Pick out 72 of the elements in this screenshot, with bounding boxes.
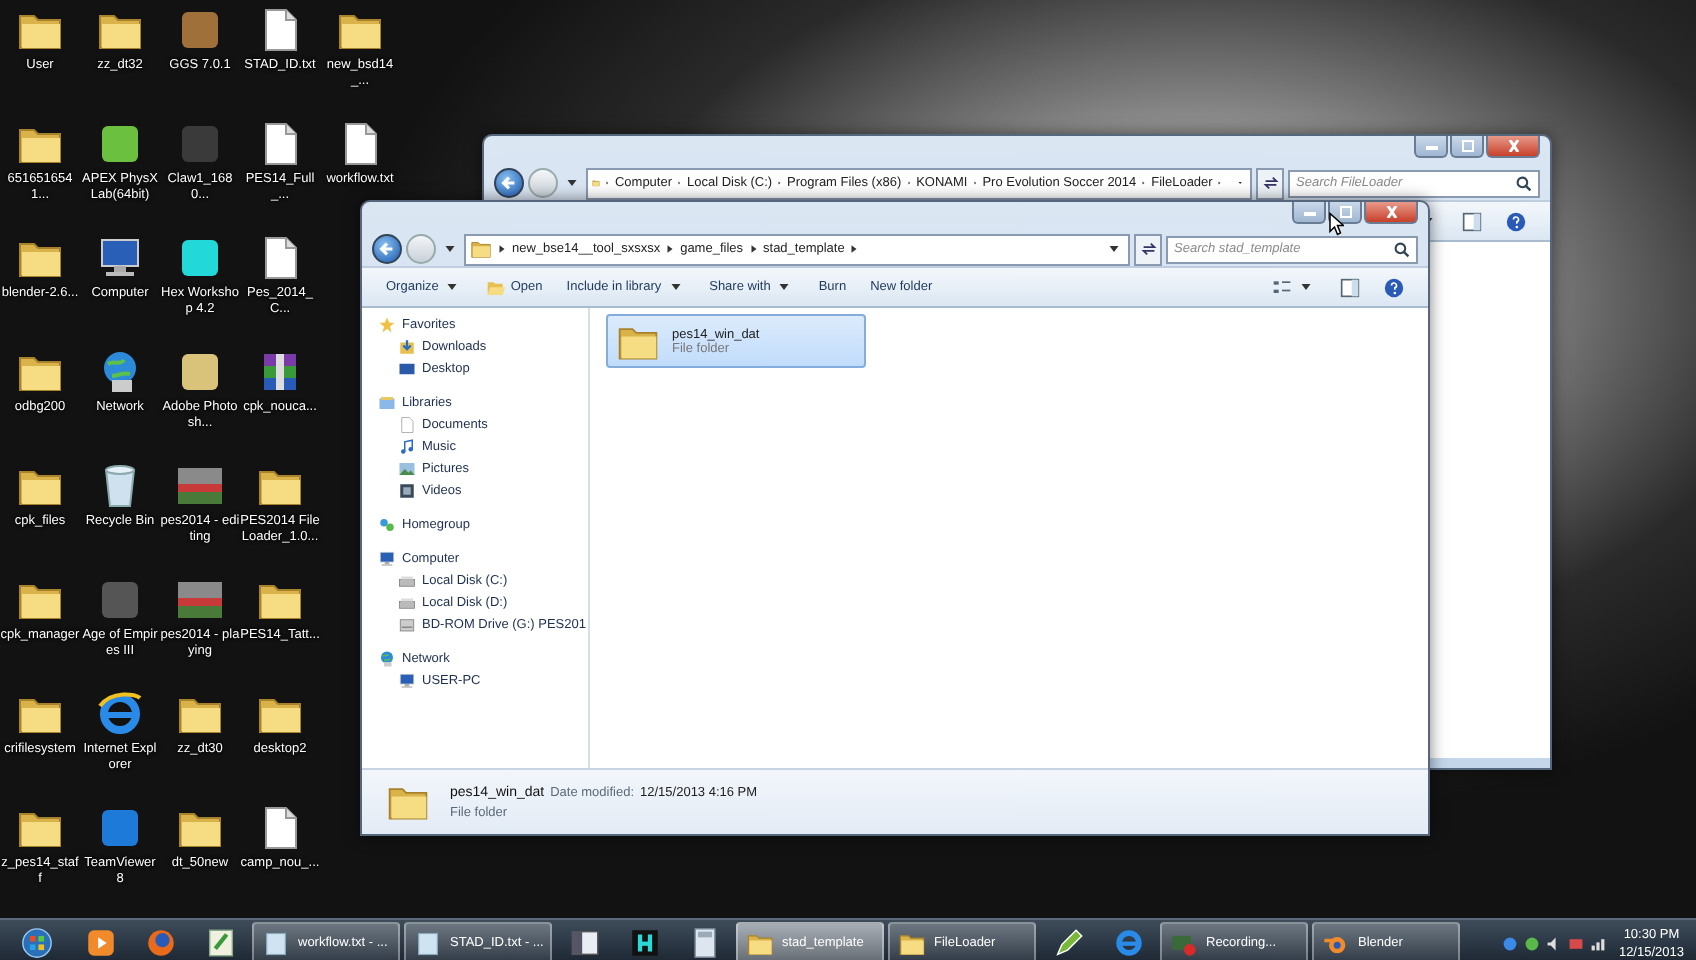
caret-icon <box>778 282 791 292</box>
document-icon <box>398 416 416 434</box>
minimize-button[interactable] <box>1414 136 1448 158</box>
drive-icon <box>398 616 416 634</box>
disk-icon <box>398 594 416 612</box>
computer-icon <box>378 550 396 568</box>
left-arrow-icon <box>500 174 518 192</box>
refresh-button[interactable] <box>1134 233 1162 265</box>
folder-icon <box>898 929 926 957</box>
chevron-icon <box>850 244 859 254</box>
views-icon <box>1272 277 1292 297</box>
thumbnail-icon <box>176 576 224 624</box>
refresh-icon <box>1261 174 1279 192</box>
caret-icon <box>444 244 456 254</box>
refresh-icon <box>1139 240 1157 258</box>
cursor-icon <box>1328 212 1344 236</box>
close-icon <box>1381 206 1401 218</box>
chevron-icon <box>498 244 506 254</box>
folder-icon <box>470 238 492 260</box>
help-icon <box>1384 277 1404 297</box>
network-icon <box>1590 935 1607 951</box>
search-icon <box>1394 241 1410 257</box>
minimize-icon <box>1421 140 1441 152</box>
close-button[interactable] <box>1364 202 1418 224</box>
maximize-button[interactable] <box>1328 202 1362 224</box>
refresh-button[interactable] <box>1256 167 1284 199</box>
star-icon <box>378 316 396 334</box>
maximize-icon <box>1457 140 1477 152</box>
minimize-icon <box>1299 206 1319 218</box>
pane-icon <box>1340 277 1360 297</box>
thumbnail-icon <box>176 462 224 510</box>
maximize-icon <box>1335 206 1355 218</box>
browser-icon <box>1111 926 1145 960</box>
computer-icon <box>398 672 416 690</box>
pictures-icon <box>398 460 416 478</box>
caret-icon <box>1300 282 1312 292</box>
disk-icon <box>398 572 416 590</box>
close-icon <box>1503 140 1523 152</box>
downloads-icon <box>398 338 416 356</box>
music-icon <box>398 438 416 456</box>
homegroup-icon <box>378 516 396 534</box>
videos-icon <box>398 482 416 500</box>
left-arrow-icon <box>378 240 396 258</box>
caret-icon <box>446 282 459 292</box>
pen-icon <box>1051 926 1085 960</box>
chevron-icon <box>749 244 758 254</box>
pane-icon <box>1462 211 1482 231</box>
firefox-icon <box>143 926 177 960</box>
caret-icon <box>669 282 682 292</box>
search-icon <box>1516 175 1532 191</box>
desktop-icon <box>398 360 416 378</box>
notepad-icon <box>203 926 237 960</box>
notepad-icon <box>262 929 290 957</box>
open-folder-icon <box>486 277 507 297</box>
library-icon <box>378 394 396 412</box>
back-button[interactable] <box>494 168 524 198</box>
chevron-icon <box>666 244 675 254</box>
app-icon <box>627 926 661 960</box>
minimize-button[interactable] <box>1292 202 1326 224</box>
close-button[interactable] <box>1486 136 1540 158</box>
caret-icon <box>566 178 578 188</box>
window-icon <box>567 926 601 960</box>
notepad-icon <box>414 929 442 957</box>
computer-icon <box>96 234 144 282</box>
tray-icon <box>1568 935 1585 951</box>
back-button[interactable] <box>372 234 402 264</box>
help-icon <box>1506 211 1526 231</box>
media-player-icon <box>83 926 117 960</box>
browser-icon <box>96 690 144 738</box>
network-icon <box>378 650 396 668</box>
folder-icon <box>746 929 774 957</box>
start-orb-icon <box>19 926 53 960</box>
